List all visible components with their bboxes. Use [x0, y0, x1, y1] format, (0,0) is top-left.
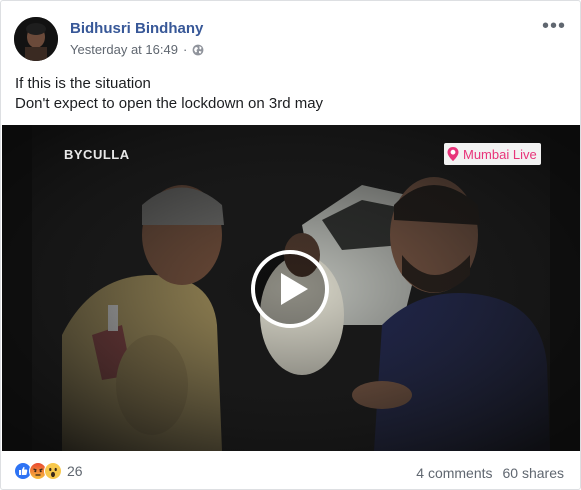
mumbai-live-logo: Mumbai Live [444, 143, 541, 165]
comments-link[interactable]: 4 comments [416, 465, 492, 481]
more-options-icon[interactable]: ••• [542, 15, 566, 38]
post-text-line: Don't expect to open the lockdown on 3rd… [15, 95, 324, 112]
video-location-caption: BYCULLA [64, 147, 130, 162]
post-stats: 4 comments 60 shares [416, 465, 564, 481]
author-name[interactable]: Bidhusri Bindhany [70, 20, 203, 37]
logo-text: Mumbai Live [463, 146, 537, 162]
play-icon [251, 250, 329, 328]
post-timestamp[interactable]: Yesterday at 16:49 [70, 42, 178, 57]
reaction-count[interactable]: 26 [67, 463, 83, 479]
post-text-line: If this is the situation [15, 75, 151, 92]
video-player[interactable]: BYCULLA Mumbai Live [2, 125, 580, 451]
avatar[interactable] [14, 17, 58, 61]
post-card: Bidhusri Bindhany Yesterday at 16:49 · •… [0, 0, 581, 490]
wow-icon [44, 462, 62, 480]
post-meta: Yesterday at 16:49 · [70, 42, 204, 57]
location-pin-icon [447, 147, 459, 161]
post-footer: 26 4 comments 60 shares [1, 451, 580, 489]
dot-separator: · [182, 42, 188, 57]
shares-link[interactable]: 60 shares [503, 465, 564, 481]
avatar-image [14, 17, 58, 61]
post-text: If this is the situation Don't expect to… [15, 74, 323, 114]
play-button[interactable] [250, 249, 330, 329]
globe-icon[interactable] [192, 44, 204, 56]
reactions-summary[interactable]: 26 [14, 462, 83, 480]
